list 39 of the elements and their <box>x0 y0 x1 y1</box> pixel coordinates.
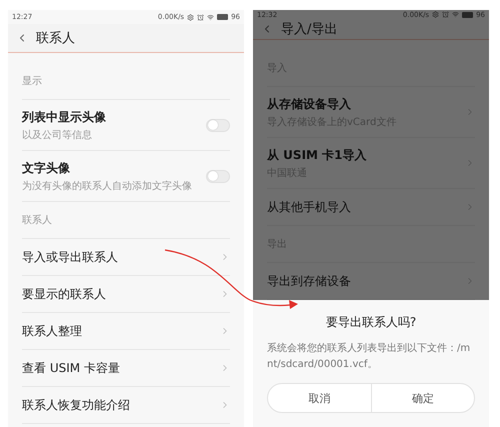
gear-icon <box>432 11 440 18</box>
section-header: 联系人 <box>22 214 52 227</box>
row-title: 文字头像 <box>22 160 71 176</box>
alarm-icon <box>442 11 450 18</box>
settings-row[interactable]: 查看 USIM 卡容量 <box>22 350 230 387</box>
dialog-button[interactable]: 确定 <box>370 384 474 412</box>
dialog-message: 系统会将您的联系人列表导出到以下文件：/mnt/sdcard/00001.vcf。 <box>267 342 472 372</box>
row-title: 联系人恢复功能介绍 <box>22 396 131 414</box>
wifi-icon <box>452 11 460 18</box>
row-title: 查看 USIM 卡容量 <box>22 360 121 376</box>
row-title: 从存储设备导入 <box>267 96 352 112</box>
row-title: 从其他手机导入 <box>267 198 352 216</box>
row-title: 导出到存储设备 <box>267 272 352 290</box>
settings-row[interactable]: 要显示的联系人 <box>22 276 230 313</box>
battery-icon <box>462 12 474 18</box>
settings-row[interactable]: 导入或导出联系人 <box>22 239 230 276</box>
screen-title: 联系人 <box>36 30 75 47</box>
alarm-icon <box>197 14 204 20</box>
row-subtitle: 为没有头像的联系人自动添加文字头像 <box>22 180 193 192</box>
settings-row[interactable]: 联系人恢复功能介绍 <box>22 387 230 424</box>
settings-row[interactable]: 文字头像 为没有头像的联系人自动添加文字头像 <box>22 151 230 202</box>
toggle-switch[interactable] <box>206 118 230 132</box>
row-title: 联系人整理 <box>22 322 83 340</box>
row-title: 导入或导出联系人 <box>22 248 119 266</box>
screen-title: 导入/导出 <box>281 21 338 38</box>
settings-row[interactable]: 联系人整理 <box>22 313 230 350</box>
row-title: 从 USIM 卡1导入 <box>267 146 368 164</box>
gear-icon <box>187 14 194 20</box>
battery-icon <box>217 14 228 20</box>
settings-row[interactable]: 从其他手机导入 <box>267 189 475 226</box>
settings-row[interactable]: 列表中显示头像 以及公司等信息 <box>22 100 230 151</box>
dialog-title: 要导出联系人吗? <box>326 314 416 331</box>
row-title: 列表中显示头像 <box>22 108 107 126</box>
row-subtitle: 以及公司等信息 <box>22 128 93 142</box>
wifi-icon <box>207 14 214 20</box>
section-header: 显示 <box>22 75 42 88</box>
dialog-button[interactable]: 取消 <box>268 384 370 412</box>
row-title: 要显示的联系人 <box>22 286 107 302</box>
toggle-switch[interactable] <box>206 170 230 182</box>
